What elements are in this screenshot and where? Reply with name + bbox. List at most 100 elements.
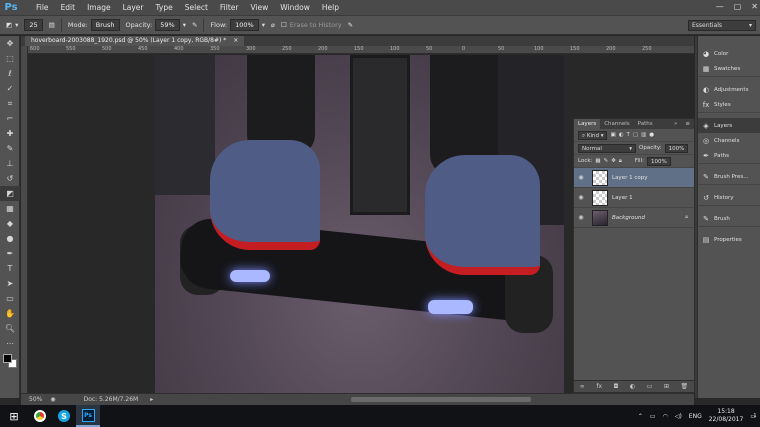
chevron-up-icon[interactable]: ⌃ [638,413,643,420]
layer-row-layer-1-copy[interactable]: ◉ Layer 1 copy [574,168,694,188]
dock-adjustments[interactable]: ◐ Adjustments [698,82,760,97]
workspace-select[interactable]: Essentials ▾ [688,20,756,31]
dock-brush[interactable]: ✎ Brush [698,211,760,226]
dock-color[interactable]: ◕ Color [698,46,760,61]
visibility-eye-icon[interactable]: ◉ [574,174,588,181]
path-select-tool-icon[interactable]: ➤ [0,276,20,291]
close-tab-icon[interactable]: × [233,37,238,44]
filter-pixel-icon[interactable]: ▣ [610,132,615,138]
filter-type-icon[interactable]: T [627,132,630,138]
erase-history-checkbox[interactable]: ☐ [281,21,287,29]
foreground-color-swatch[interactable] [3,354,12,363]
type-tool-icon[interactable]: T [0,261,20,276]
opacity-input[interactable]: 59% [155,19,180,31]
volume-icon[interactable]: ◁) [675,413,682,420]
eraser-tool-icon[interactable]: ◩ [0,186,20,201]
pressure-size-icon[interactable]: ✎ [348,21,353,29]
menu-select[interactable]: Select [179,3,214,12]
minimize-button[interactable]: — [716,2,724,11]
panel-collapse-icon[interactable]: » [670,119,681,129]
wifi-icon[interactable]: ◠ [663,413,668,420]
tab-paths[interactable]: Paths [634,119,657,129]
network-icon[interactable]: ▭ [650,413,656,420]
dock-styles[interactable]: fx Styles [698,97,760,112]
dock-channels[interactable]: ◎ Channels [698,133,760,148]
panel-menu-icon[interactable]: ≡ [681,119,694,129]
blend-mode-select[interactable]: Normal ▾ [578,143,636,153]
lasso-tool-icon[interactable]: ℓ [0,66,20,81]
history-brush-tool-icon[interactable]: ↺ [0,171,20,186]
gradient-tool-icon[interactable]: ▦ [0,201,20,216]
menu-help[interactable]: Help [316,3,345,12]
fill-input[interactable]: 100% [646,156,671,166]
status-menu-arrow-icon[interactable]: ▸ [150,396,153,403]
tool-preset-picker[interactable]: ◩ ▾ [6,21,18,29]
kind-filter-select[interactable]: ⌕ Kind ▾ [578,130,608,140]
brush-size-picker[interactable]: 25 [24,19,43,31]
menu-file[interactable]: File [30,3,55,12]
filter-shape-icon[interactable]: ▢ [633,132,638,138]
notification-icon[interactable]: ▭ 1 [750,413,756,420]
layer-row-background[interactable]: ◉ Background 🔒︎ [574,208,694,228]
eyedropper-tool-icon[interactable]: ⌐ [0,111,20,126]
taskbar-photoshop[interactable]: Ps [76,405,100,427]
crop-tool-icon[interactable]: ⌗ [0,96,20,111]
menu-image[interactable]: Image [81,3,117,12]
layer-row-layer-1[interactable]: ◉ Layer 1 [574,188,694,208]
menu-view[interactable]: View [244,3,274,12]
document-tab[interactable]: hoverboard-2003088_1920.psd @ 50% (Layer… [25,36,245,46]
airbrush-icon[interactable]: ⌀ [271,21,275,29]
link-layers-icon[interactable]: ∞ [580,383,585,390]
dodge-tool-icon[interactable]: ● [0,231,20,246]
tab-channels[interactable]: Channels [600,119,633,129]
dock-properties[interactable]: ▤ Properties [698,232,760,247]
language-indicator[interactable]: ENG [689,413,702,420]
layer-opacity-input[interactable]: 100% [664,143,689,153]
dock-history[interactable]: ↺ History [698,190,760,205]
new-layer-icon[interactable]: ⊞ [664,383,669,390]
lock-all-icon[interactable]: 🔒︎ [619,158,622,165]
pen-tool-icon[interactable]: ✒ [0,246,20,261]
lock-position-icon[interactable]: ✥ [611,158,616,164]
maximize-button[interactable]: ▢ [734,2,742,11]
extra-tools-icon[interactable]: ⋯ [0,336,20,351]
menu-window[interactable]: Window [274,3,316,12]
clock[interactable]: 15:18 22/08/2017 [709,408,744,424]
layer-style-icon[interactable]: fx [596,383,602,390]
mode-select[interactable]: Brush [90,19,120,31]
brush-panel-toggle[interactable]: ▤ [49,21,55,29]
hoverboard-photo[interactable] [155,55,564,393]
hand-tool-icon[interactable]: ✋ [0,306,20,321]
move-tool-icon[interactable]: ✥ [0,36,20,51]
lock-image-icon[interactable]: ✎ [604,158,609,164]
windows-start-icon[interactable]: ⊞ [0,405,28,427]
tab-layers[interactable]: Layers [574,119,601,129]
pressure-opacity-icon[interactable]: ✎ [192,21,197,29]
lock-transparent-icon[interactable]: ▦ [595,158,600,164]
chevron-down-icon[interactable]: ▾ [183,21,186,29]
zoom-tool-icon[interactable]: 🔍︎ [0,321,20,336]
dock-swatches[interactable]: ▦ Swatches [698,61,760,76]
dock-paths[interactable]: ✒ Paths [698,148,760,163]
adjustment-layer-icon[interactable]: ◐ [630,383,635,390]
taskbar-chrome[interactable] [28,405,52,427]
dock-brush-presets[interactable]: ✎ Brush Pres... [698,169,760,184]
shape-tool-icon[interactable]: ▭ [0,291,20,306]
filter-smart-object-icon[interactable]: ▥ [641,132,646,138]
close-button[interactable]: ✕ [751,2,758,11]
add-mask-icon[interactable]: ◘ [614,383,619,390]
menu-type[interactable]: Type [150,3,179,12]
brush-tool-icon[interactable]: ✎ [0,141,20,156]
menu-layer[interactable]: Layer [117,3,150,12]
marquee-tool-icon[interactable]: ⬚ [0,51,20,66]
filter-adjustment-icon[interactable]: ◐ [619,132,624,138]
filter-toggle-icon[interactable]: ● [649,132,654,138]
menu-filter[interactable]: Filter [214,3,245,12]
clone-stamp-tool-icon[interactable]: ⊥ [0,156,20,171]
blur-tool-icon[interactable]: ◆ [0,216,20,231]
quick-select-tool-icon[interactable]: ✓ [0,81,20,96]
delete-layer-icon[interactable]: 🗑︎ [681,383,689,390]
chevron-down-icon[interactable]: ▾ [262,21,265,29]
healing-brush-tool-icon[interactable]: ✚ [0,126,20,141]
visibility-eye-icon[interactable]: ◉ [574,194,588,201]
